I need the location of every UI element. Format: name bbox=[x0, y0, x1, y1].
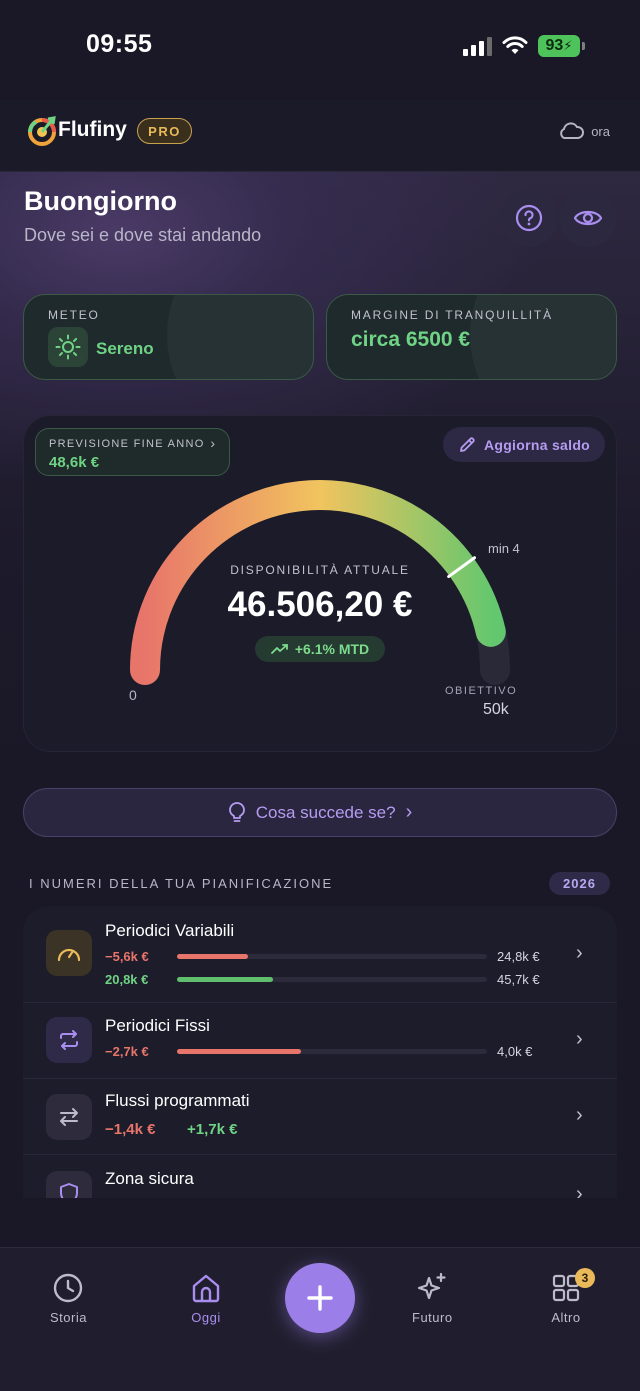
chevron-right-icon: › bbox=[576, 1183, 583, 1198]
status-icons: 93 ⚡ bbox=[463, 35, 585, 57]
flufiny-logo-icon[interactable] bbox=[26, 114, 60, 148]
clock-icon bbox=[54, 1273, 83, 1303]
plan-row-title: Flussi programmati bbox=[105, 1091, 250, 1110]
current-balance-label: DISPONIBILITÀ ATTUALE bbox=[230, 563, 410, 577]
progress-bar bbox=[177, 954, 487, 959]
cellular-signal-icon bbox=[463, 36, 492, 56]
question-icon bbox=[515, 204, 543, 232]
what-if-label: Cosa succede se? bbox=[255, 802, 396, 822]
forecast-pill[interactable]: PREVISIONE FINE ANNO › 48,6k € bbox=[35, 428, 230, 476]
plan-row-flussi-programmati[interactable]: Flussi programmati −1,4k € +1,7k € › bbox=[23, 1079, 617, 1155]
plan-row-periodici-variabili[interactable]: Periodici Variabili −5,6k € 24,8k € 20,8… bbox=[23, 906, 617, 1003]
help-button[interactable] bbox=[500, 189, 558, 247]
nav-item-oggi[interactable]: Oggi bbox=[190, 1272, 222, 1325]
planning-section-title: I NUMERI DELLA TUA PIANIFICAZIONE bbox=[29, 876, 334, 891]
nav-label: Storia bbox=[50, 1310, 87, 1325]
update-balance-label: Aggiorna saldo bbox=[483, 436, 591, 453]
update-balance-button[interactable]: Aggiorna saldo bbox=[443, 427, 605, 462]
sun-icon bbox=[48, 327, 88, 367]
progress-bar-fill bbox=[177, 954, 249, 959]
wifi-icon bbox=[502, 36, 528, 54]
delta-badge: +6.1% MTD bbox=[255, 636, 385, 662]
plan-row-zona-sicura[interactable]: Zona sicura › bbox=[23, 1155, 617, 1198]
bar-total: 45,7k € bbox=[497, 972, 540, 987]
cloud-icon bbox=[560, 122, 585, 139]
nav-item-storia[interactable]: Storia bbox=[50, 1272, 87, 1325]
bar-amount: −2,7k € bbox=[105, 1044, 149, 1059]
target-label: OBIETTIVO bbox=[445, 685, 518, 697]
margin-label: MARGINE DI TRANQUILLITÀ bbox=[351, 308, 553, 322]
plan-row-title: Zona sicura bbox=[105, 1169, 194, 1188]
pro-badge[interactable]: PRO bbox=[137, 118, 192, 144]
card-decoration bbox=[167, 295, 313, 379]
progress-bar bbox=[177, 1049, 487, 1054]
chevron-right-icon: › bbox=[576, 942, 583, 964]
forecast-label: PREVISIONE FINE ANNO bbox=[49, 438, 205, 450]
progress-bar-fill bbox=[177, 977, 274, 982]
greeting-subtitle: Dove sei e dove stai andando bbox=[24, 225, 262, 245]
sparkles-icon bbox=[418, 1272, 446, 1300]
inflow-amount: +1,7k € bbox=[187, 1121, 238, 1138]
battery-level: 93 bbox=[545, 37, 564, 54]
target-value: 50k bbox=[483, 701, 509, 718]
forecast-value: 48,6k € bbox=[49, 454, 100, 471]
eye-icon bbox=[573, 210, 603, 226]
meteo-value: Sereno bbox=[96, 339, 154, 358]
nav-label: Oggi bbox=[191, 1310, 221, 1325]
what-if-button[interactable]: Cosa succede se? › bbox=[23, 788, 617, 837]
bar-amount: 20,8k € bbox=[105, 972, 149, 987]
sync-label: ora bbox=[591, 123, 610, 139]
chevron-right-icon: › bbox=[576, 1028, 583, 1050]
battery-indicator: 93 ⚡ bbox=[538, 35, 585, 57]
speedometer-icon bbox=[46, 930, 92, 976]
home-icon bbox=[192, 1274, 220, 1303]
plan-row-periodici-fissi[interactable]: Periodici Fissi −2,7k € 4,0k € › bbox=[23, 1003, 617, 1079]
bar-total: 24,8k € bbox=[497, 949, 540, 964]
lightbulb-icon bbox=[228, 801, 245, 822]
margin-value: circa 6500 € bbox=[351, 328, 471, 351]
status-time: 09:55 bbox=[86, 30, 153, 58]
year-badge[interactable]: 2026 bbox=[549, 872, 610, 895]
trend-up-icon bbox=[270, 644, 288, 654]
meteo-card[interactable]: METEO Sereno bbox=[23, 294, 314, 380]
pencil-icon bbox=[460, 436, 475, 452]
chevron-right-icon: › bbox=[210, 435, 215, 451]
greeting-title: Buongiorno bbox=[24, 186, 177, 216]
plan-row-title: Periodici Fissi bbox=[105, 1016, 210, 1035]
outflow-amount: −1,4k € bbox=[105, 1121, 156, 1138]
card-decoration bbox=[470, 295, 616, 379]
progress-bar bbox=[177, 977, 487, 982]
gauge-marker-label: min 4 bbox=[488, 541, 520, 556]
progress-bar-fill bbox=[177, 1049, 301, 1054]
bar-total: 4,0k € bbox=[497, 1044, 533, 1059]
plan-row-title: Periodici Variabili bbox=[105, 921, 235, 940]
nav-item-futuro[interactable]: Futuro bbox=[412, 1272, 453, 1325]
planning-list: Periodici Variabili −5,6k € 24,8k € 20,8… bbox=[23, 906, 617, 1198]
repeat-icon bbox=[46, 1017, 92, 1063]
plus-icon bbox=[307, 1285, 333, 1311]
chevron-right-icon: › bbox=[405, 801, 413, 823]
current-balance-value: 46.506,20 € bbox=[227, 585, 413, 624]
add-button[interactable] bbox=[285, 1263, 355, 1333]
delta-value: +6.1% MTD bbox=[294, 641, 370, 657]
margin-card[interactable]: MARGINE DI TRANQUILLITÀ circa 6500 € bbox=[326, 294, 617, 380]
gauge-zero-label: 0 bbox=[129, 687, 137, 703]
meteo-label: METEO bbox=[48, 308, 100, 322]
shield-icon bbox=[46, 1171, 92, 1198]
notification-badge: 3 bbox=[575, 1268, 595, 1288]
sync-status[interactable]: ora bbox=[557, 121, 610, 141]
nav-label: Futuro bbox=[412, 1310, 453, 1325]
nav-label: Altro bbox=[551, 1310, 581, 1325]
transfer-arrows-icon bbox=[46, 1094, 92, 1140]
app-name: Flufiny bbox=[58, 118, 127, 141]
bar-amount: −5,6k € bbox=[105, 949, 149, 964]
chevron-right-icon: › bbox=[576, 1104, 583, 1126]
visibility-button[interactable] bbox=[559, 189, 617, 247]
